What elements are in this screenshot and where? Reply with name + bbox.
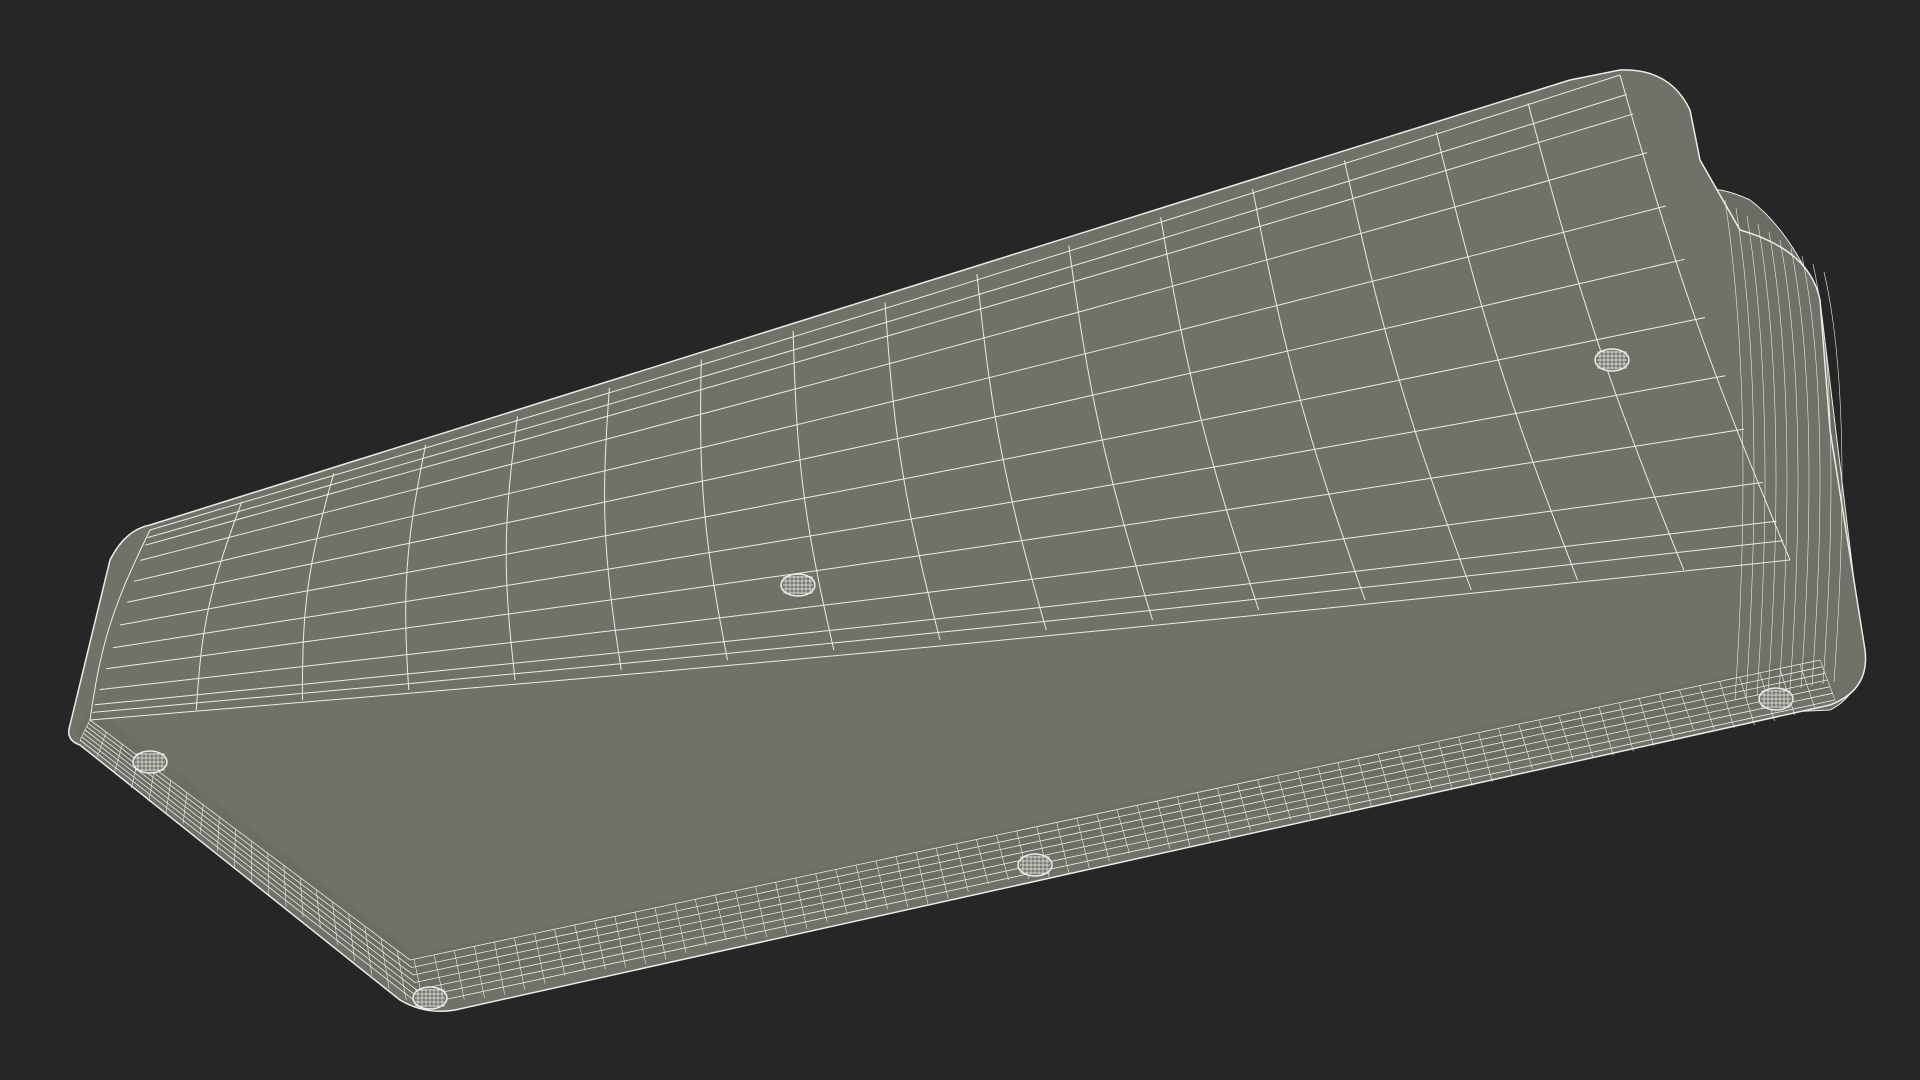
rubber-foot	[780, 573, 816, 597]
rubber-foot	[132, 750, 168, 774]
wireframe-render	[68, 69, 1867, 1012]
rubber-foot	[1017, 853, 1053, 877]
rubber-foot	[412, 986, 448, 1010]
rubber-foot	[1594, 348, 1630, 372]
rubber-foot	[1758, 687, 1794, 711]
3d-viewport[interactable]	[0, 0, 1920, 1080]
